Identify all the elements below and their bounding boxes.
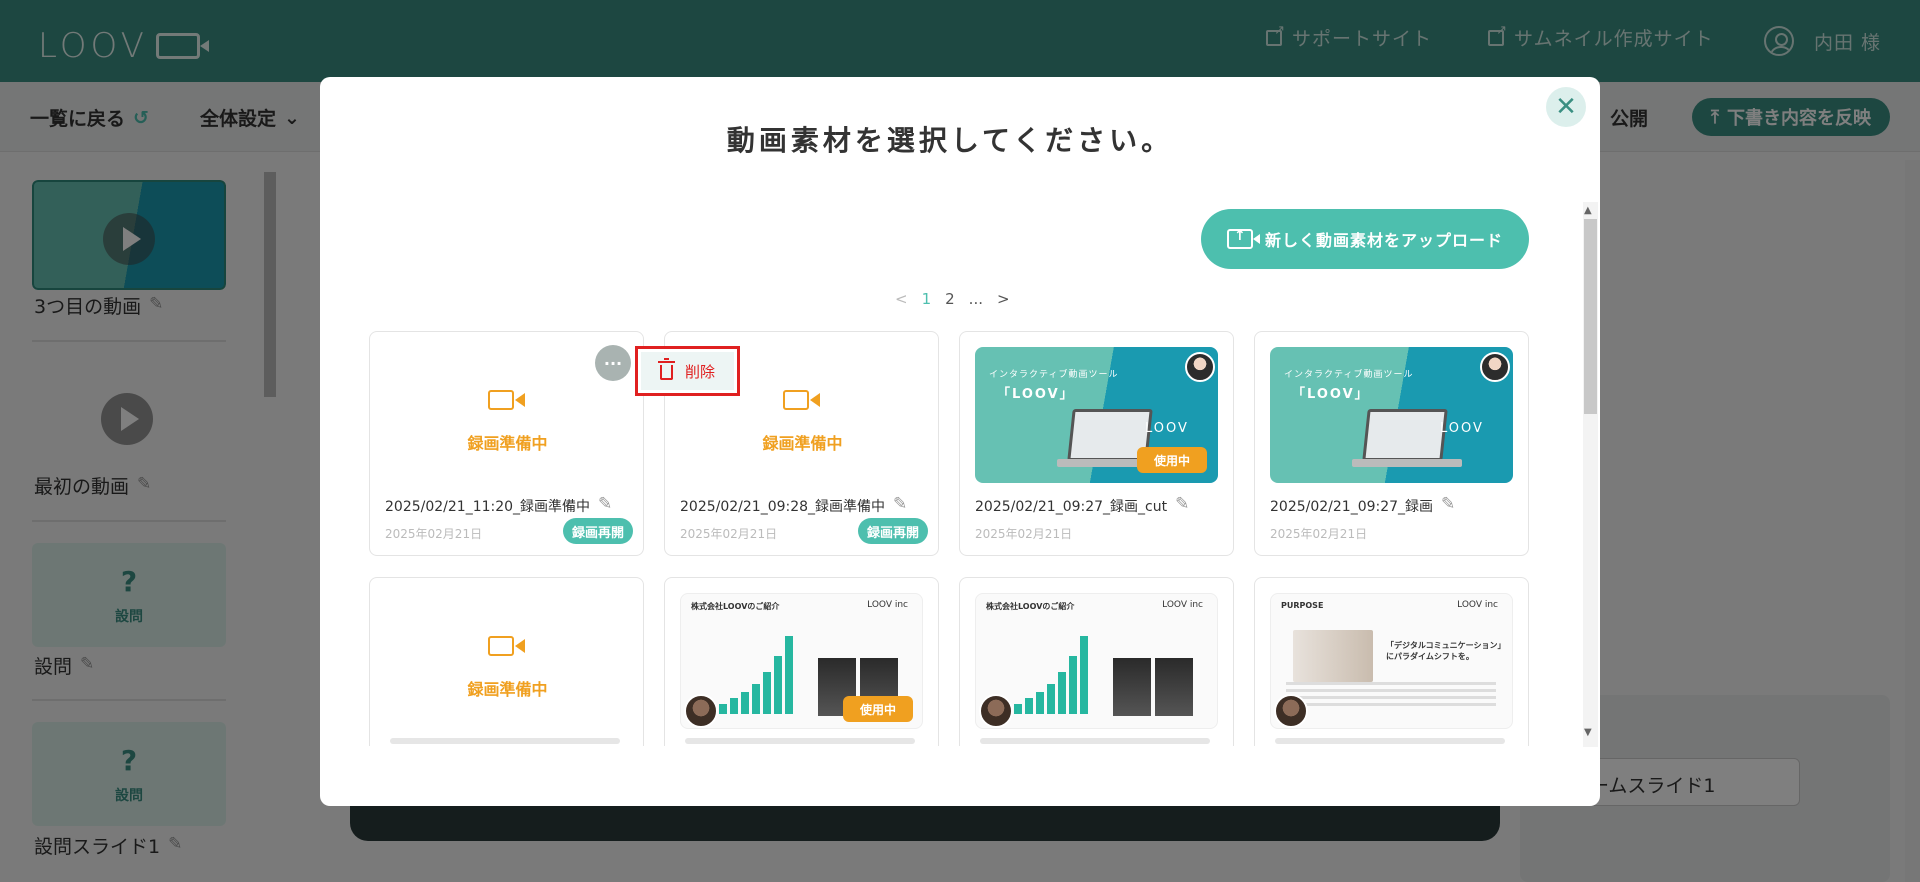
video-name-partial [390,738,620,744]
growth-chart-image [719,634,814,714]
video-name: 2025/02/21_11:20_録画準備中 [385,494,614,516]
thumbnail-title: 「LOOV」 [997,387,1075,402]
close-icon: ✕ [1555,92,1577,122]
video-thumbnail: PURPOSE LOOV inc 「デジタルコミュニケーション」にパラダイムシフ… [1270,593,1513,729]
upload-video-button[interactable]: 新しく動画素材をアップロード [1201,209,1529,269]
laptop-image [1362,409,1448,461]
video-thumbnail: 株式会社LOOVのご紹介 LOOV inc 使用中 [680,593,923,729]
close-button[interactable]: ✕ [1546,87,1586,127]
scroll-up-arrow[interactable]: ▲ [1584,205,1592,216]
in-use-badge: 使用中 [843,696,913,722]
presenter-avatar [1274,694,1308,728]
delete-button[interactable]: 削除 [641,352,734,390]
resume-recording-button[interactable]: 録画再開 [857,518,928,544]
video-camera-icon [488,390,525,410]
select-video-modal: 動画素材を選択してください。 ✕ 新しく動画素材をアップロード < 1 2 ..… [320,77,1600,806]
pagination: < 1 2 ... > [895,290,1010,308]
thumbnail-heading: 株式会社LOOVのご紹介 [691,602,780,611]
video-name-partial [1275,738,1505,744]
video-name-text: 2025/02/21_09:28_録画準備中 [680,499,886,515]
delete-label: 削除 [684,362,715,381]
video-upload-icon [1226,228,1260,249]
presenter-avatar [979,694,1013,728]
pencil-icon[interactable] [1175,494,1191,514]
modal-scrollbar-thumb[interactable] [1584,219,1597,414]
video-material-grid: 録画準備中 2025/02/21_11:20_録画準備中 2025年02月21日… [369,331,1539,746]
prev-page-button[interactable]: < [895,290,908,308]
video-name-partial [685,738,915,744]
thumbnail-heading: 株式会社LOOVのご紹介 [986,602,1075,611]
presenter-avatar [684,694,718,728]
thumbnail-brand: LOOV [1440,421,1484,436]
recording-status: 録画準備中 [467,680,548,699]
page-1-button[interactable]: 1 [922,290,932,308]
text-lines [1286,682,1496,710]
video-date: 2025年02月21日 [385,527,483,541]
video-thumbnail: インタラクティブ動画ツール 「LOOV」 LOOV [1270,347,1513,483]
recording-status: 録画準備中 [467,434,548,453]
trash-icon [657,358,675,380]
thumbnail-heading: PURPOSE [1281,601,1324,610]
video-thumbnail: インタラクティブ動画ツール 「LOOV」 LOOV 使用中 [975,347,1218,483]
thumbnail-brand: LOOV inc [1162,600,1203,610]
video-camera-icon [783,390,820,410]
modal-title: 動画素材を選択してください。 [726,124,1174,157]
thumbnail-text: 「デジタルコミュニケーション」にパラダイムシフトを。 [1386,641,1506,661]
presenter-avatar [1185,352,1215,382]
thumbnail-brand: LOOV [1145,421,1189,436]
video-date: 2025年02月21日 [680,527,778,541]
more-icon: ··· [603,353,623,373]
video-card[interactable]: 録画準備中 [369,577,644,746]
video-name: 2025/02/21_09:27_録画 [1270,494,1457,516]
video-thumbnail: 株式会社LOOVのご紹介 LOOV inc [975,593,1218,729]
video-name: 2025/02/21_09:28_録画準備中 [680,494,909,516]
pencil-icon[interactable] [893,494,909,514]
thumbnail-tagline: インタラクティブ動画ツール [1284,370,1414,380]
video-card[interactable]: インタラクティブ動画ツール 「LOOV」 LOOV 使用中 2025/02/21… [959,331,1234,556]
pencil-icon[interactable] [1441,494,1457,514]
video-card[interactable]: 録画準備中 2025/02/21_11:20_録画準備中 2025年02月21日… [369,331,644,556]
video-card[interactable]: 株式会社LOOVのご紹介 LOOV inc [959,577,1234,746]
next-page-button[interactable]: > [997,290,1010,308]
pagination-ellipsis: ... [968,290,983,308]
video-date: 2025年02月21日 [1270,527,1368,541]
meeting-photo [1293,630,1373,682]
upload-label: 新しく動画素材をアップロード [1264,231,1503,250]
in-use-badge: 使用中 [1137,447,1207,473]
video-card[interactable]: 株式会社LOOVのご紹介 LOOV inc 使用中 [664,577,939,746]
resume-recording-button[interactable]: 録画再開 [562,518,633,544]
pencil-icon[interactable] [598,494,614,514]
video-date: 2025年02月21日 [975,527,1073,541]
page-2-button[interactable]: 2 [945,290,955,308]
delete-menu: 削除 [635,346,740,396]
presenter-avatar [1480,352,1510,382]
magazine-images [1113,658,1193,716]
laptop-base [1352,459,1462,467]
video-camera-icon [488,636,525,656]
thumbnail-title: 「LOOV」 [1292,387,1370,402]
thumbnail-brand: LOOV inc [1457,600,1498,610]
video-name-text: 2025/02/21_09:27_録画 [1270,499,1434,515]
video-name-partial [980,738,1210,744]
growth-chart-image [1014,634,1109,714]
thumbnail-brand: LOOV inc [867,600,908,610]
video-name-text: 2025/02/21_11:20_録画準備中 [385,499,591,515]
video-name-text: 2025/02/21_09:27_録画_cut [975,499,1168,515]
more-options-button[interactable]: ··· [595,345,631,381]
scroll-down-arrow[interactable]: ▼ [1584,727,1592,738]
video-card[interactable]: インタラクティブ動画ツール 「LOOV」 LOOV 2025/02/21_09:… [1254,331,1529,556]
thumbnail-tagline: インタラクティブ動画ツール [989,370,1119,380]
video-name: 2025/02/21_09:27_録画_cut [975,494,1191,516]
video-card[interactable]: PURPOSE LOOV inc 「デジタルコミュニケーション」にパラダイムシフ… [1254,577,1529,746]
recording-status: 録画準備中 [762,434,843,453]
